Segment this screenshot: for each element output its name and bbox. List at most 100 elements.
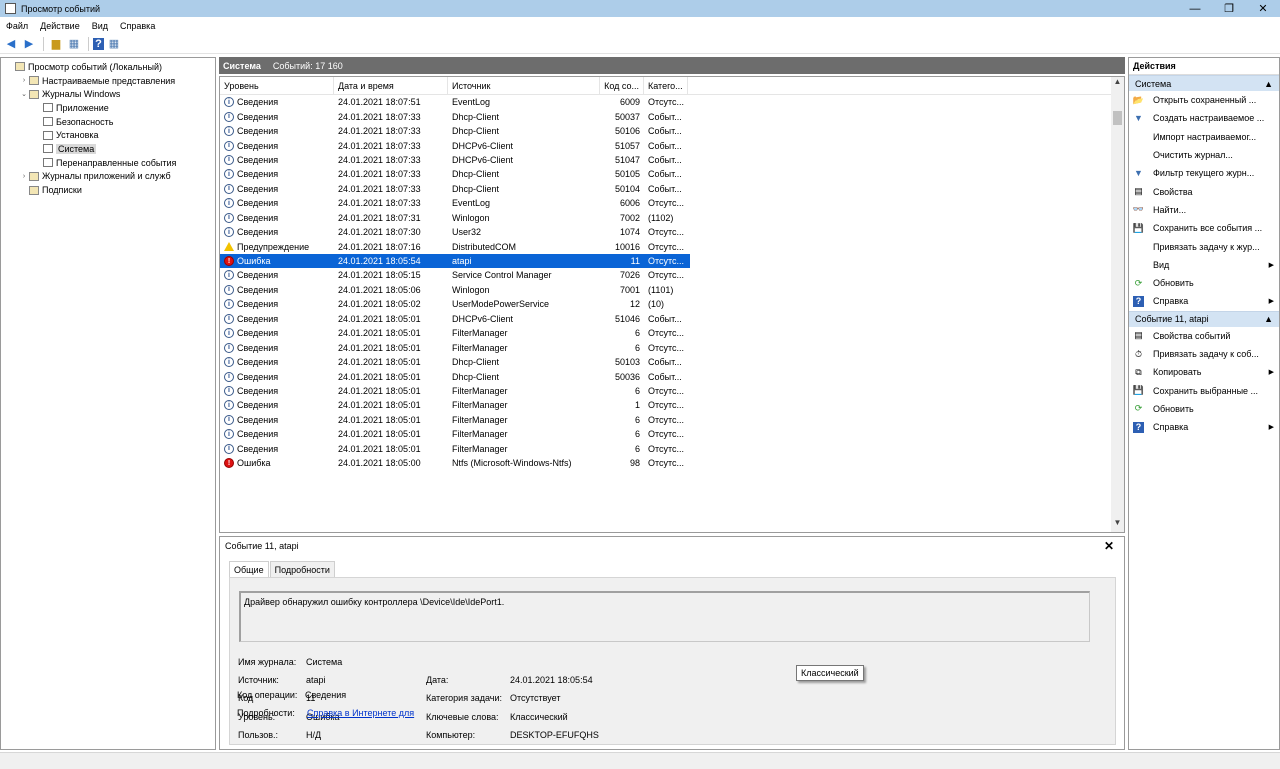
show-hide-tree-icon[interactable]: ▦ — [66, 36, 82, 52]
action-item[interactable]: 📂 Открыть сохраненный ... — [1129, 91, 1279, 109]
table-row[interactable]: i Сведения 24.01.2021 18:05:15 Service Cont… — [220, 268, 690, 282]
column-datetime[interactable]: Дата и время — [334, 77, 448, 95]
tree-item[interactable]: › Настраиваемые представления — [1, 74, 215, 88]
action-item[interactable]: ▤ Свойства событий — [1129, 327, 1279, 345]
event-message[interactable]: Драйвер обнаружил ошибку контроллера \De… — [239, 591, 1090, 642]
action-item[interactable]: ▼ Создать настраиваемое ... — [1129, 109, 1279, 127]
forward-icon[interactable]: ▶ — [21, 36, 37, 52]
tab-general[interactable]: Общие — [229, 561, 269, 577]
table-row[interactable]: i Сведения 24.01.2021 18:07:33 DHCPv6-Clien… — [220, 153, 690, 167]
column-event-id[interactable]: Код со... — [600, 77, 644, 95]
table-row[interactable]: i Сведения 24.01.2021 18:05:01 FilterManage… — [220, 413, 690, 427]
tab-details[interactable]: Подробности — [269, 561, 335, 577]
log-icon — [43, 117, 53, 127]
table-row[interactable]: i Сведения 24.01.2021 18:07:51 EventLog 6009… — [220, 95, 690, 109]
expand-arrow-icon[interactable]: › — [19, 173, 29, 180]
actions-section-log[interactable]: Система ▲ — [1129, 75, 1279, 91]
tree-item[interactable]: Просмотр событий (Локальный) — [1, 60, 215, 74]
table-row[interactable]: i Сведения 24.01.2021 18:05:01 Dhcp-Client 5… — [220, 369, 690, 383]
show-hide-action-pane-icon[interactable]: ▦ — [106, 36, 122, 52]
table-row[interactable]: i Сведения 24.01.2021 18:05:06 Winlogon 7001… — [220, 283, 690, 297]
action-item[interactable]: ⟳ Обновить — [1129, 274, 1279, 292]
table-row[interactable]: i Сведения 24.01.2021 18:07:30 User32 1074 От… — [220, 225, 690, 239]
menu-file[interactable]: Файл — [0, 21, 34, 31]
expand-arrow-icon[interactable]: ⌄ — [19, 90, 29, 98]
table-row[interactable]: i Сведения 24.01.2021 18:05:01 FilterManage… — [220, 427, 690, 441]
cell-code: 11 — [630, 256, 640, 267]
cell-code: 1074 — [619, 227, 640, 238]
cell-cat: (1101) — [648, 284, 674, 295]
table-row[interactable]: ! Ошибка 24.01.2021 18:05:00 Ntfs (Microsof… — [220, 456, 690, 470]
actions-section-event[interactable]: Событие 11, atapi ▲ — [1129, 310, 1279, 327]
action-item[interactable]: ⧉ Копировать ▶ — [1129, 363, 1279, 381]
action-item[interactable]: Вид ▶ — [1129, 256, 1279, 274]
up-folder-icon[interactable]: ▆ — [48, 36, 64, 52]
table-row[interactable]: Предупреждение 24.01.2021 18:07:16 Distrib… — [220, 239, 690, 253]
tree-item[interactable]: ⌄ Журналы Windows — [1, 87, 215, 101]
back-icon[interactable]: ◀ — [3, 36, 19, 52]
cell-level: i Сведения — [220, 95, 334, 109]
cell-source: Dhcp-Client — [452, 111, 500, 122]
tree-item[interactable]: › Журналы приложений и служб — [1, 170, 215, 184]
column-category[interactable]: Катего... — [644, 77, 688, 95]
scrollbar-thumb[interactable] — [1113, 111, 1122, 125]
cell-cat: (10) — [648, 299, 665, 310]
action-item[interactable]: ⏱ Привязать задачу к соб... — [1129, 345, 1279, 363]
menu-action[interactable]: Действие — [34, 21, 86, 31]
table-row[interactable]: i Сведения 24.01.2021 18:07:33 Dhcp-Client 5… — [220, 182, 690, 196]
action-item[interactable]: 💾 Сохранить все события ... — [1129, 219, 1279, 237]
collapse-icon[interactable]: ▲ — [1264, 79, 1273, 89]
table-row[interactable]: i Сведения 24.01.2021 18:07:33 Dhcp-Client 5… — [220, 124, 690, 138]
table-row[interactable]: i Сведения 24.01.2021 18:05:01 FilterManage… — [220, 398, 690, 412]
close-button[interactable]: ✕ — [1246, 0, 1280, 17]
find-icon: 👓 — [1132, 204, 1145, 215]
tree-item[interactable]: Безопасность — [1, 115, 215, 129]
action-item[interactable]: ▼ Фильтр текущего журн... — [1129, 164, 1279, 182]
scroll-up-icon[interactable]: ▲ — [1111, 77, 1124, 91]
tree-item[interactable]: Перенаправленные события — [1, 156, 215, 170]
table-row[interactable]: i Сведения 24.01.2021 18:05:01 DHCPv6-Clien… — [220, 312, 690, 326]
collapse-icon[interactable]: ▲ — [1264, 314, 1273, 324]
action-item[interactable]: ▤ Свойства — [1129, 182, 1279, 200]
action-item[interactable]: Импорт настраиваемог... — [1129, 128, 1279, 146]
action-item[interactable]: ⟳ Обновить — [1129, 400, 1279, 418]
tree-item[interactable]: Установка — [1, 128, 215, 142]
info-icon: i — [224, 270, 234, 281]
table-row[interactable]: i Сведения 24.01.2021 18:05:01 FilterManage… — [220, 384, 690, 398]
vertical-scrollbar[interactable]: ▲ ▼ — [1111, 77, 1124, 532]
action-item[interactable]: 💾 Сохранить выбранные ... — [1129, 381, 1279, 399]
menu-help[interactable]: Справка — [114, 21, 161, 31]
table-row[interactable]: ! Ошибка 24.01.2021 18:05:54 atapi 11 Отсутс.… — [220, 253, 690, 269]
table-row[interactable]: i Сведения 24.01.2021 18:07:33 EventLog 6006… — [220, 196, 690, 210]
action-item[interactable]: ? Справка ▶ — [1129, 292, 1279, 310]
action-item[interactable]: Очистить журнал... — [1129, 146, 1279, 164]
table-row[interactable]: i Сведения 24.01.2021 18:07:33 DHCPv6-Clien… — [220, 138, 690, 152]
table-row[interactable]: i Сведения 24.01.2021 18:05:01 FilterManage… — [220, 340, 690, 354]
column-level[interactable]: Уровень — [220, 77, 334, 95]
online-help-link[interactable]: Справка в Интернете для — [307, 706, 414, 720]
action-label: Вид — [1153, 259, 1170, 270]
tree-item-label: Просмотр событий (Локальный) — [28, 61, 162, 72]
minimize-button[interactable]: — — [1178, 0, 1212, 17]
column-source[interactable]: Источник — [448, 77, 600, 95]
tree-item[interactable]: Система — [1, 142, 215, 156]
table-row[interactable]: i Сведения 24.01.2021 18:05:02 UserModePowe… — [220, 297, 690, 311]
tree-item[interactable]: Подписки — [1, 183, 215, 197]
table-row[interactable]: i Сведения 24.01.2021 18:07:31 Winlogon 7002… — [220, 211, 690, 225]
scroll-down-icon[interactable]: ▼ — [1111, 518, 1124, 532]
menu-view[interactable]: Вид — [86, 21, 114, 31]
help-icon[interactable]: ? — [93, 37, 104, 50]
expand-arrow-icon[interactable]: › — [19, 77, 29, 84]
action-item[interactable]: 👓 Найти... — [1129, 201, 1279, 219]
table-row[interactable]: i Сведения 24.01.2021 18:05:01 FilterManage… — [220, 326, 690, 340]
tree-item[interactable]: Приложение — [1, 101, 215, 115]
table-row[interactable]: i Сведения 24.01.2021 18:05:01 FilterManage… — [220, 442, 690, 456]
action-item[interactable]: ? Справка ▶ — [1129, 418, 1279, 436]
refresh-icon: ⟳ — [1134, 277, 1143, 288]
table-row[interactable]: i Сведения 24.01.2021 18:05:01 Dhcp-Client 5… — [220, 355, 690, 369]
table-row[interactable]: i Сведения 24.01.2021 18:07:33 Dhcp-Client 5… — [220, 109, 690, 123]
action-item[interactable]: Привязать задачу к жур... — [1129, 237, 1279, 255]
close-detail-icon[interactable]: ✕ — [1104, 539, 1114, 553]
table-row[interactable]: i Сведения 24.01.2021 18:07:33 Dhcp-Client 5… — [220, 167, 690, 181]
maximize-button[interactable]: ❐ — [1212, 0, 1246, 17]
